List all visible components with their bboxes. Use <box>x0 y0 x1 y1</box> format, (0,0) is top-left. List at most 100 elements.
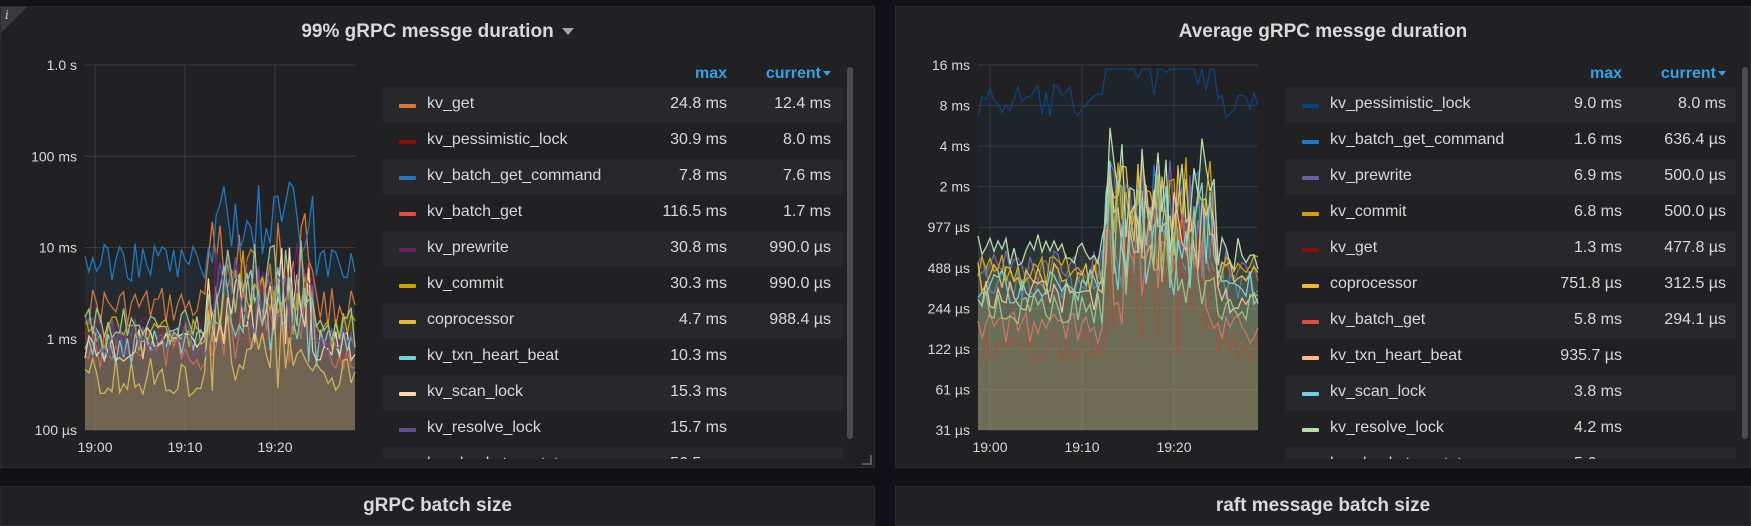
chevron-down-icon[interactable] <box>561 28 574 36</box>
graph-area[interactable]: 16 ms 8 ms 4 ms 2 ms 977 µs 488 µs 244 µs 122 µ… <box>896 47 1266 467</box>
series-color-swatch[interactable] <box>1302 284 1319 288</box>
legend-item[interactable]: kv_batch_get 5.8 ms 294.1 µs <box>1286 303 1736 339</box>
legend-item[interactable]: kv_scan_lock 3.8 ms <box>1286 375 1736 411</box>
panel-title-text[interactable]: 99% gRPC messge duration <box>301 21 553 42</box>
legend-item[interactable]: kv_get 24.8 ms 12.4 ms <box>383 87 843 123</box>
series-color-swatch[interactable] <box>1302 428 1319 432</box>
series-name[interactable]: kv_txn_heart_beat <box>1330 347 1462 365</box>
legend-header-current[interactable]: current <box>766 65 831 83</box>
series-color-swatch[interactable] <box>399 104 416 108</box>
series-max-value: 56.5 ms <box>670 455 727 459</box>
series-color-swatch[interactable] <box>1302 104 1319 108</box>
legend-item[interactable]: coprocessor 4.7 ms 988.4 µs <box>383 303 843 339</box>
series-current-value: 8.0 ms <box>782 131 831 148</box>
legend-item[interactable]: kv_batch_get_command 7.8 ms 7.6 ms <box>383 159 843 195</box>
legend-header-current[interactable]: current <box>1661 65 1726 83</box>
series-name[interactable]: kv_prewrite <box>427 239 509 257</box>
series-name[interactable]: kv_scan_lock <box>1330 383 1426 401</box>
graph-area[interactable]: 1.0 s 100 ms 10 ms 1 ms 100 µs19:00 19:10 19:2… <box>1 47 381 467</box>
panel-title[interactable]: Average gRPC messge duration <box>896 21 1750 43</box>
series-name[interactable]: kv_commit <box>1330 203 1406 221</box>
legend-item[interactable]: kv_resolve_lock 4.2 ms <box>1286 411 1736 447</box>
legend-item[interactable]: kv_txn_heart_beat 935.7 µs <box>1286 339 1736 375</box>
legend-scrollbar[interactable] <box>1742 67 1748 439</box>
series-current-value: 294.1 µs <box>1664 311 1726 328</box>
series-color-swatch[interactable] <box>399 212 416 216</box>
legend-item[interactable]: kv_batch_get 116.5 ms 1.7 ms <box>383 195 843 231</box>
series-max-value: 116.5 ms <box>662 203 727 220</box>
series-name[interactable]: kv_scan_lock <box>427 383 523 401</box>
legend-table: max current kv_get 24.8 ms 12.4 ms kv_pessi… <box>383 59 843 459</box>
series-name[interactable]: kv_txn_heart_beat <box>427 347 559 365</box>
series-name[interactable]: kv_prewrite <box>1330 167 1412 185</box>
series-name[interactable]: coprocessor <box>1330 275 1417 293</box>
series-name[interactable]: kv_resolve_lock <box>1330 419 1444 437</box>
legend-item[interactable]: kv_commit 6.8 ms 500.0 µs <box>1286 195 1736 231</box>
legend-item[interactable]: kv_get 1.3 ms 477.8 µs <box>1286 231 1736 267</box>
series-current-value: 500.0 µs <box>1664 203 1726 220</box>
legend-item[interactable]: coprocessor 751.8 µs 312.5 µs <box>1286 267 1736 303</box>
series-name[interactable]: kv_check_txn_status <box>427 455 576 459</box>
info-icon[interactable]: i <box>5 8 9 22</box>
series-color-swatch[interactable] <box>399 176 416 180</box>
series-name[interactable]: kv_check_txn_status <box>1330 455 1479 459</box>
series-name[interactable]: kv_commit <box>427 275 503 293</box>
series-name[interactable]: kv_batch_get_command <box>1330 131 1504 149</box>
series-max-value: 30.8 ms <box>670 239 727 256</box>
series-max-value: 1.3 ms <box>1573 239 1622 256</box>
series-color-swatch[interactable] <box>399 320 416 324</box>
legend-item[interactable]: kv_resolve_lock 15.7 ms <box>383 411 843 447</box>
series-color-swatch[interactable] <box>1302 248 1319 252</box>
legend-item[interactable]: kv_batch_get_command 1.6 ms 636.4 µs <box>1286 123 1736 159</box>
panel-title[interactable]: 99% gRPC messge duration <box>1 21 874 43</box>
y-tick-label: 61 µs <box>935 381 970 397</box>
series-name[interactable]: kv_batch_get <box>1330 311 1425 329</box>
x-tick-label: 19:20 <box>1156 439 1191 455</box>
series-current-value: 8.0 ms <box>1677 95 1726 112</box>
series-name[interactable]: kv_pessimistic_lock <box>1330 95 1470 113</box>
panel-title-text[interactable]: Average gRPC messge duration <box>1179 21 1468 42</box>
legend-table: max current kv_pessimistic_lock 9.0 ms 8.0… <box>1286 59 1736 459</box>
series-color-swatch[interactable] <box>1302 176 1319 180</box>
series-color-swatch[interactable] <box>1302 212 1319 216</box>
series-color-swatch[interactable] <box>1302 392 1319 396</box>
legend-item[interactable]: kv_scan_lock 15.3 ms <box>383 375 843 411</box>
series-color-swatch[interactable] <box>1302 140 1319 144</box>
legend-rows: kv_get 24.8 ms 12.4 ms kv_pessimistic_lock 3… <box>383 87 843 459</box>
legend-item[interactable]: kv_prewrite 6.9 ms 500.0 µs <box>1286 159 1736 195</box>
series-name[interactable]: kv_get <box>1330 239 1377 257</box>
resize-handle[interactable] <box>862 455 872 465</box>
legend-item[interactable]: kv_prewrite 30.8 ms 990.0 µs <box>383 231 843 267</box>
series-color-swatch[interactable] <box>399 140 416 144</box>
series-color-swatch[interactable] <box>399 356 416 360</box>
series-name[interactable]: kv_pessimistic_lock <box>427 131 567 149</box>
x-tick-label: 19:10 <box>167 439 202 455</box>
series-name[interactable]: kv_batch_get_command <box>427 167 601 185</box>
legend-item[interactable]: kv_check_txn_status 56.5 ms <box>383 447 843 459</box>
legend-item[interactable]: kv_pessimistic_lock 30.9 ms 8.0 ms <box>383 123 843 159</box>
y-tick-label: 16 ms <box>932 57 970 73</box>
y-tick-label: 8 ms <box>940 98 970 114</box>
series-color-swatch[interactable] <box>399 248 416 252</box>
legend-item[interactable]: kv_check_txn_status 5.6 ms <box>1286 447 1736 459</box>
series-name[interactable]: coprocessor <box>427 311 514 329</box>
series-color-swatch[interactable] <box>399 392 416 396</box>
series-color-swatch[interactable] <box>1302 320 1319 324</box>
y-tick-label: 10 ms <box>39 240 77 256</box>
series-name[interactable]: kv_resolve_lock <box>427 419 541 437</box>
series-max-value: 3.8 ms <box>1573 383 1622 400</box>
panel-p99-grpc-duration: i 99% gRPC messge duration 1.0 s 100 ms 10… <box>0 6 875 468</box>
series-name[interactable]: kv_batch_get <box>427 203 522 221</box>
legend-rows: kv_pessimistic_lock 9.0 ms 8.0 ms kv_batch_… <box>1286 87 1736 459</box>
legend-item[interactable]: kv_txn_heart_beat 10.3 ms <box>383 339 843 375</box>
legend-scrollbar[interactable] <box>847 67 853 439</box>
series-name[interactable]: kv_get <box>427 95 474 113</box>
series-color-swatch[interactable] <box>399 284 416 288</box>
x-tick-label: 19:10 <box>1064 439 1099 455</box>
legend-item[interactable]: kv_pessimistic_lock 9.0 ms 8.0 ms <box>1286 87 1736 123</box>
series-color-swatch[interactable] <box>399 428 416 432</box>
legend-item[interactable]: kv_commit 30.3 ms 990.0 µs <box>383 267 843 303</box>
legend-header-max[interactable]: max <box>1590 65 1622 83</box>
series-color-swatch[interactable] <box>1302 356 1319 360</box>
legend-header-max[interactable]: max <box>695 65 727 83</box>
